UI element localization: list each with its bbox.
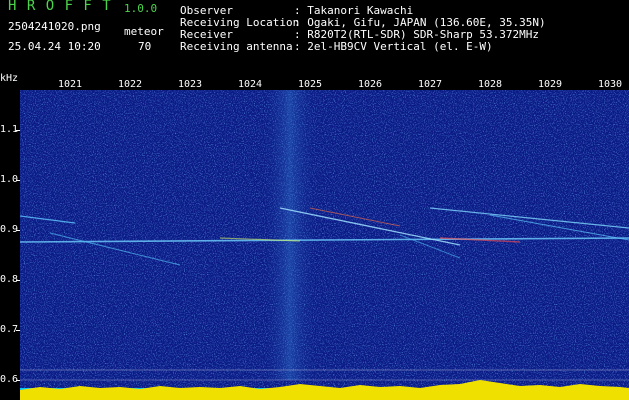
x-tick-label: 1024 [238, 79, 263, 90]
meteor-label: meteor [124, 25, 164, 38]
x-tick-label: 1028 [478, 79, 503, 90]
app-version: 1.0.0 [124, 2, 158, 15]
x-tick-label: 1023 [178, 79, 203, 90]
info-value-antenna: : 2el-HB9CV Vertical (el. E-W) [294, 40, 493, 53]
filename: 2504241020.png [8, 20, 101, 33]
x-tick-label: 1021 [58, 79, 83, 90]
x-tick-label: 1027 [418, 79, 443, 90]
meteor-count: 70 [138, 40, 152, 53]
spectrogram-svg [20, 90, 629, 400]
app-name: H R O F F T [8, 0, 112, 14]
info-label-antenna: Receiving antenna [180, 40, 293, 53]
x-tick-label: 1030 [598, 79, 623, 90]
datetime: 25.04.24 10:20 [8, 40, 101, 53]
x-tick-label: 1029 [538, 79, 563, 90]
waterfall-spectrogram [20, 90, 629, 400]
x-tick-label: 1025 [298, 79, 323, 90]
x-tick-label: 1026 [358, 79, 383, 90]
y-axis-unit: kHz [0, 73, 19, 84]
x-tick-label: 1022 [118, 79, 143, 90]
